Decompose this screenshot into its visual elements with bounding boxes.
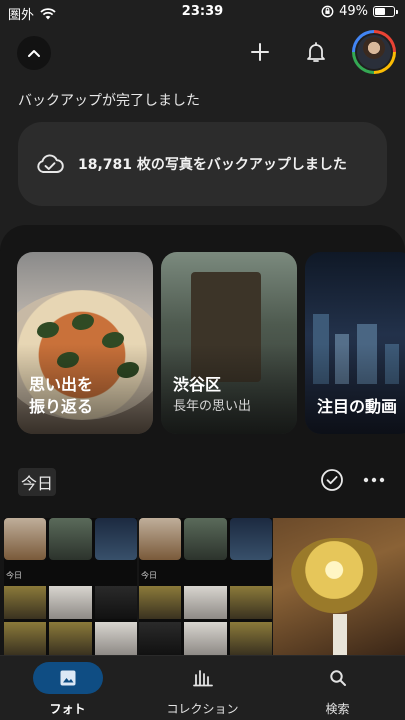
screen-rotation-lock-icon (321, 5, 334, 18)
account-avatar[interactable] (352, 30, 396, 74)
backup-card-text: 18,781 枚の写真をバックアップしました (78, 157, 347, 173)
library-icon (192, 670, 213, 687)
memory-card[interactable]: 思い出を 振り返る (17, 252, 153, 434)
status-bar: 圏外 23:39 49% (0, 0, 405, 24)
add-button[interactable] (246, 38, 274, 66)
date-label: 今日 (18, 468, 57, 496)
nav-label: コレクション (166, 702, 239, 716)
top-app-bar (0, 30, 405, 74)
photo-icon (60, 670, 75, 686)
more-horizontal-icon (363, 477, 385, 483)
memory-card[interactable]: 渋谷区 長年の思い出 (161, 252, 297, 434)
memory-card[interactable]: 注目の動画 (305, 252, 405, 434)
memories-carousel[interactable]: 思い出を 振り返る 渋谷区 長年の思い出 注目の動画 (17, 252, 405, 434)
battery-icon (373, 6, 398, 17)
nav-search[interactable]: 検索 (270, 662, 405, 718)
cloud-check-icon (37, 154, 64, 173)
nav-label: フォト (49, 702, 86, 716)
photo-thumbnail[interactable] (273, 518, 405, 655)
search-icon (329, 670, 346, 686)
avatar-image (357, 35, 391, 69)
backup-card[interactable]: 18,781 枚の写真をバックアップしました (18, 122, 387, 206)
select-all-button[interactable] (320, 468, 344, 492)
nav-photos[interactable]: フォト (0, 662, 135, 718)
thumbnail-date-label: 今日 (6, 571, 22, 580)
notifications-button[interactable] (302, 38, 330, 66)
bell-icon (307, 42, 325, 62)
photo-grid: 今日 今日 (0, 518, 405, 655)
battery-percent: 49% (339, 4, 368, 19)
memory-title: 渋谷区 長年の思い出 (173, 374, 251, 418)
glass-object (291, 538, 387, 618)
collapse-button[interactable] (17, 36, 51, 70)
backup-status-message: バックアップが完了しました (18, 93, 200, 109)
date-section-header: 今日 (18, 466, 388, 496)
nav-label: 検索 (325, 702, 350, 716)
status-right: 49% (321, 4, 398, 19)
nav-collections[interactable]: コレクション (135, 662, 270, 718)
bottom-navigation: フォト コレクション 検索 (0, 655, 405, 720)
more-options-button[interactable] (362, 468, 386, 492)
chevron-up-icon (28, 50, 40, 57)
memory-title: 注目の動画 (317, 397, 398, 416)
check-circle-icon (321, 469, 343, 491)
thumbnail-date-label: 今日 (141, 571, 157, 580)
photo-thumbnail[interactable]: 今日 (4, 518, 137, 655)
plus-icon (251, 43, 269, 61)
memory-subtitle: 長年の思い出 (173, 399, 252, 414)
photo-thumbnail[interactable]: 今日 (139, 518, 272, 655)
memory-title: 思い出を 振り返る (29, 375, 94, 416)
